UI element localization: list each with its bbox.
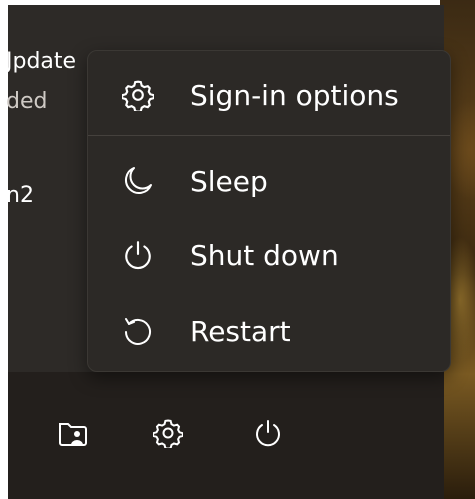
update-title-fragment: Jpdate bbox=[6, 49, 77, 74]
restart-icon bbox=[120, 313, 156, 349]
menu-divider bbox=[88, 135, 450, 136]
sign-in-options-menu-item[interactable]: Sign-in options bbox=[88, 63, 450, 127]
power-options-menu: Sign-in options Sleep Shut down Restart bbox=[87, 50, 451, 372]
settings-icon[interactable] bbox=[151, 416, 185, 450]
gear-icon bbox=[120, 77, 156, 113]
left-margin bbox=[0, 0, 8, 499]
update-status-fragment: ded bbox=[6, 89, 48, 114]
user-name-fragment: n2 bbox=[6, 183, 34, 208]
menu-item-label: Restart bbox=[190, 314, 291, 348]
screenshot: Jpdate ded n2 Sign-in options Sleep Shut… bbox=[0, 0, 475, 499]
menu-item-label: Sign-in options bbox=[190, 78, 399, 112]
menu-item-label: Sleep bbox=[190, 164, 268, 198]
file-explorer-icon[interactable] bbox=[56, 416, 90, 450]
menu-item-label: Shut down bbox=[190, 238, 339, 272]
shut-down-menu-item[interactable]: Shut down bbox=[88, 223, 450, 287]
sleep-menu-item[interactable]: Sleep bbox=[88, 149, 450, 213]
power-icon bbox=[120, 237, 156, 273]
restart-menu-item[interactable]: Restart bbox=[88, 299, 450, 363]
moon-icon bbox=[120, 163, 156, 199]
power-icon[interactable] bbox=[251, 416, 285, 450]
start-menu-footer bbox=[8, 372, 444, 499]
